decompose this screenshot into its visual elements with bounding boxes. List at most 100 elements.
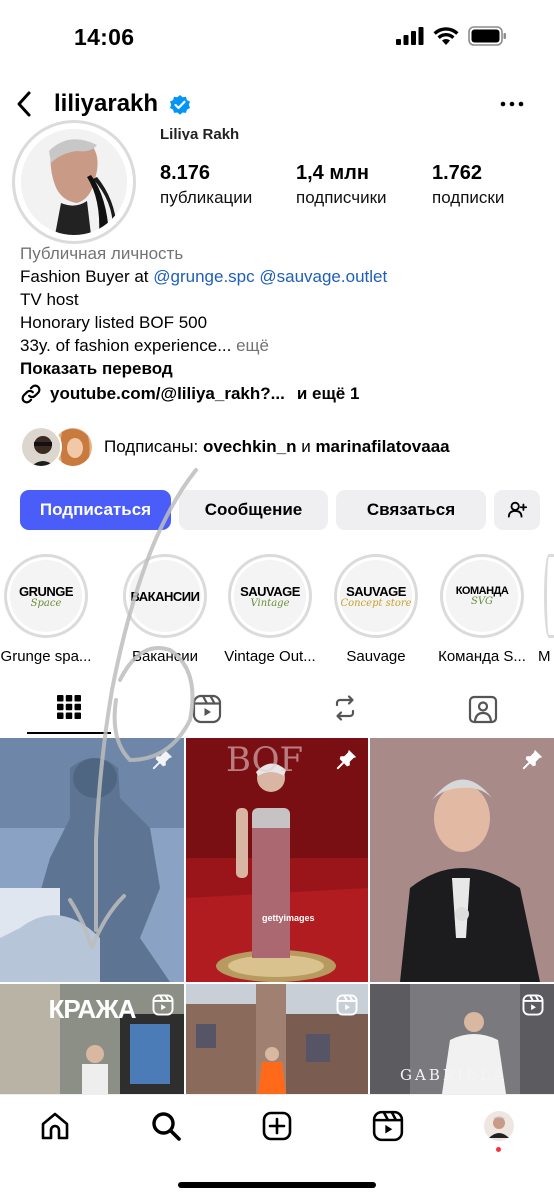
message-button[interactable]: Сообщение bbox=[179, 490, 328, 530]
home-indicator[interactable] bbox=[178, 1182, 376, 1188]
status-icons bbox=[396, 26, 508, 46]
stat-following-value: 1.762 bbox=[432, 162, 483, 184]
repost-icon bbox=[335, 695, 355, 721]
verified-badge-icon bbox=[168, 93, 192, 117]
notification-dot bbox=[496, 1147, 501, 1152]
nav-profile[interactable] bbox=[482, 1109, 516, 1143]
highlight-label: Вакансии bbox=[131, 648, 199, 665]
profile-full-name: Liliya Rakh bbox=[160, 126, 240, 140]
highlight-subtitle: Concept store bbox=[340, 597, 412, 609]
status-bar: 14:06 bbox=[0, 0, 554, 76]
status-time: 14:06 bbox=[74, 24, 135, 50]
stat-following[interactable]: 1.762 подписки bbox=[432, 162, 504, 208]
post-thumbnail[interactable] bbox=[0, 738, 184, 982]
tab-tagged[interactable] bbox=[414, 686, 552, 736]
highlight-item[interactable]: КОМАНДА SVG Команда S... bbox=[429, 554, 535, 665]
nav-search[interactable] bbox=[149, 1109, 183, 1143]
stat-followers-label: подписчики bbox=[296, 188, 387, 207]
grid-icon bbox=[57, 695, 81, 719]
more-options-button[interactable] bbox=[500, 92, 524, 116]
post-overlay-text: BOF bbox=[226, 740, 304, 780]
highlight-subtitle: SVG bbox=[470, 596, 494, 607]
nav-create[interactable] bbox=[260, 1109, 294, 1143]
post-watermark: gettyimages bbox=[262, 913, 315, 923]
profile-username: liliyarakh bbox=[54, 90, 159, 117]
post-thumbnail[interactable]: BOF gettyimages bbox=[186, 738, 368, 982]
mention-sauvage-outlet[interactable]: @sauvage.outlet bbox=[259, 267, 387, 286]
reel-badge-icon bbox=[522, 994, 544, 1016]
profile-avatar[interactable] bbox=[12, 120, 136, 244]
bio-line-2: TV host bbox=[20, 290, 79, 309]
stat-followers[interactable]: 1,4 млн подписчики bbox=[296, 162, 387, 208]
post-image bbox=[0, 738, 184, 982]
bio-line-1: Fashion Buyer at @grunge.spc @sauvage.ou… bbox=[20, 265, 540, 288]
highlight-item[interactable]: SAUVAGE Vintage Vintage Out... bbox=[217, 554, 323, 665]
follower-avatar-1 bbox=[20, 426, 62, 468]
bio-more-link[interactable]: ещё bbox=[231, 336, 269, 355]
highlight-title: ВАКАНСИИ bbox=[130, 589, 200, 604]
pinned-icon bbox=[336, 749, 357, 770]
highlight-title: GRUNGE bbox=[18, 583, 74, 599]
followed-by[interactable]: Подписаны: ovechkin_n и marinafilatovaaa bbox=[20, 426, 540, 468]
profile-avatar-icon bbox=[484, 1111, 514, 1141]
post-thumbnail[interactable]: КРАЖА bbox=[0, 984, 184, 1094]
bio-line-3: Honorary listed BOF 500 bbox=[20, 313, 208, 332]
add-person-icon bbox=[507, 501, 528, 518]
plus-square-icon bbox=[262, 1111, 292, 1141]
bio-link-more: и ещё 1 bbox=[296, 384, 360, 403]
pinned-icon bbox=[522, 749, 543, 770]
follow-button[interactable]: Подписаться bbox=[20, 490, 171, 530]
story-highlights: GRUNGE Space Grunge spa... ВАКАНСИИ Вака… bbox=[0, 554, 554, 665]
contact-button[interactable]: Связаться bbox=[336, 490, 486, 530]
suggest-people-button[interactable] bbox=[494, 490, 540, 530]
avatar-photo bbox=[21, 129, 127, 235]
nav-home[interactable] bbox=[38, 1109, 72, 1143]
highlight-label: Grunge spa... bbox=[0, 648, 92, 665]
highlight-item[interactable]: GRUNGE Space Grunge spa... bbox=[0, 554, 99, 665]
post-overlay-text: GABRIELA bbox=[400, 1066, 507, 1084]
bio-line-1-text: Fashion Buyer at bbox=[20, 267, 154, 286]
highlight-item[interactable]: SAUVAGE Concept store Sauvage bbox=[323, 554, 429, 665]
bio-external-link[interactable]: youtube.com/@liliya_rakh?... и ещё 1 bbox=[20, 382, 540, 405]
tab-reels[interactable] bbox=[138, 686, 276, 736]
wifi-icon bbox=[433, 26, 459, 45]
highlight-item[interactable]: ВАКАНСИИ Вакансии bbox=[112, 554, 218, 665]
highlight-item[interactable]: M bbox=[536, 554, 554, 665]
cellular-signal-icon bbox=[396, 27, 424, 45]
reels-icon bbox=[192, 694, 222, 724]
followed-by-conj: и bbox=[296, 437, 316, 456]
followed-by-prefix: Подписаны: bbox=[104, 437, 203, 456]
post-thumbnail[interactable] bbox=[186, 984, 368, 1094]
reels-icon bbox=[372, 1110, 404, 1142]
highlight-label: Команда S... bbox=[438, 648, 526, 665]
highlight-label: Vintage Out... bbox=[224, 648, 316, 665]
search-icon bbox=[152, 1112, 181, 1141]
more-horizontal-icon bbox=[500, 101, 524, 107]
bio-link-text: youtube.com/@liliya_rakh?... bbox=[50, 384, 285, 403]
bio-category: Публичная личность bbox=[20, 244, 184, 263]
link-icon bbox=[21, 384, 41, 403]
tab-posts-grid[interactable] bbox=[0, 686, 138, 736]
highlight-subtitle: Space bbox=[30, 597, 62, 609]
highlight-title: SAUVAGE bbox=[346, 583, 406, 599]
pinned-icon bbox=[152, 749, 173, 770]
posts-grid: BOF gettyimages КРАЖА GABRIELA bbox=[0, 738, 554, 1094]
bio-line-4-text: 33y. of fashion experience... bbox=[20, 336, 232, 355]
chevron-left-icon bbox=[17, 91, 31, 117]
mention-grunge-spc[interactable]: @grunge.spc bbox=[153, 267, 254, 286]
reel-badge-icon bbox=[152, 994, 174, 1016]
show-translation-link[interactable]: Показать перевод bbox=[20, 357, 540, 380]
highlight-label: Sauvage bbox=[346, 648, 406, 665]
tab-reposts[interactable] bbox=[276, 686, 414, 736]
nav-reels[interactable] bbox=[371, 1109, 405, 1143]
stat-posts[interactable]: 8.176 публикации bbox=[160, 162, 252, 208]
followed-by-user-1: ovechkin_n bbox=[202, 437, 297, 456]
post-image bbox=[370, 738, 554, 982]
profile-bio: Публичная личность Fashion Buyer at @gru… bbox=[20, 242, 540, 405]
post-thumbnail[interactable]: GABRIELA bbox=[370, 984, 554, 1094]
post-thumbnail[interactable] bbox=[370, 738, 554, 982]
home-icon bbox=[41, 1112, 69, 1140]
battery-icon bbox=[468, 26, 506, 46]
bio-line-4: 33y. of fashion experience... ещё bbox=[20, 334, 540, 357]
back-button[interactable] bbox=[12, 88, 40, 120]
